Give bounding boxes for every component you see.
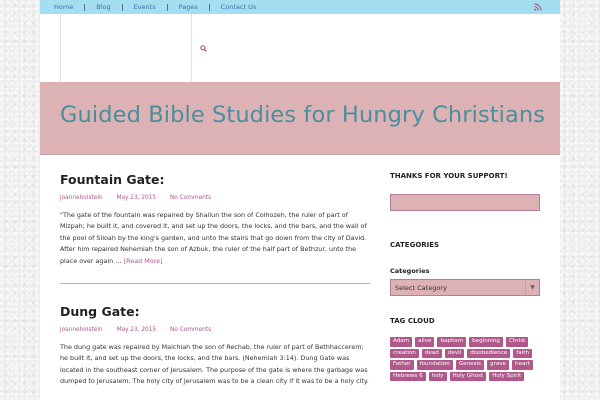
meta-separator: · xyxy=(162,195,164,201)
sidebar: THANKS FOR YOUR SUPPORT! CATEGORIES Cate… xyxy=(390,172,540,381)
nav-item-home[interactable]: Home xyxy=(54,3,73,11)
widget-title: CATEGORIES xyxy=(390,241,440,249)
post-comments[interactable]: No Comments xyxy=(170,195,211,201)
nav-label: Pages xyxy=(178,3,198,11)
tag-item[interactable]: creation xyxy=(390,348,419,358)
meta-separator: · xyxy=(162,327,164,334)
post-excerpt: "The gate of the fountain was repaired b… xyxy=(60,210,370,267)
excerpt-line: the pool of Siloah by the king's garden,… xyxy=(60,233,367,242)
logo-area[interactable] xyxy=(60,14,192,82)
site-title[interactable]: Guided Bible Studies for Hungry Christia… xyxy=(60,102,545,128)
tag-item[interactable]: Holy Ghost xyxy=(449,371,487,381)
tag-item[interactable]: Father xyxy=(390,360,414,370)
tag-item[interactable]: Adam xyxy=(390,337,413,347)
categories-label: Categories xyxy=(390,267,430,275)
tag-item[interactable]: Holy Spirit xyxy=(489,371,525,381)
post-author[interactable]: joanneholstein xyxy=(60,195,103,201)
rss-icon[interactable] xyxy=(534,3,542,11)
excerpt-line: Mizpah; he built it, and covered it, and… xyxy=(60,222,367,231)
meta-separator: · xyxy=(108,195,111,201)
nav-item-pages[interactable]: Pages xyxy=(179,3,198,11)
top-navigation-bar: Home Blog Events Pages Contact Us xyxy=(40,0,560,14)
support-widget: THANKS FOR YOUR SUPPORT! xyxy=(390,172,540,211)
widget-title: THANKS FOR YOUR SUPPORT! xyxy=(390,172,508,180)
post-meta: joanneholstein · May 23, 2015 · No Comme… xyxy=(60,327,370,333)
excerpt-line-last: place over again … [Read More] xyxy=(60,256,370,267)
post-date[interactable]: May 23, 2015 xyxy=(116,195,156,201)
site-header xyxy=(40,14,560,82)
select-value: Select Category xyxy=(395,283,447,292)
nav-item-events[interactable]: Events xyxy=(134,3,156,11)
nav-separator xyxy=(208,3,210,11)
nav-item-contact[interactable]: Contact Us xyxy=(221,3,257,11)
tag-item[interactable]: baptism xyxy=(437,337,467,347)
nav-label: Events xyxy=(133,3,156,11)
excerpt-line: place over again … xyxy=(60,256,124,265)
tag-item[interactable]: alive xyxy=(415,337,435,347)
post-title[interactable]: Fountain Gate: xyxy=(60,172,370,187)
tag-item[interactable]: devil xyxy=(444,348,465,358)
meta-separator: · xyxy=(108,327,111,334)
tag-item[interactable]: heart xyxy=(512,360,533,370)
excerpt-line: After him repaired Nehemiah the son of A… xyxy=(60,245,357,254)
post-divider xyxy=(60,283,370,285)
categories-widget: CATEGORIES Categories Select Category ▼ xyxy=(390,241,540,296)
nav-label: Blog xyxy=(96,3,111,11)
tag-item[interactable]: holy xyxy=(428,371,447,381)
title-banner: Guided Bible Studies for Hungry Christia… xyxy=(40,82,560,155)
support-box[interactable] xyxy=(390,194,540,211)
tag-item[interactable]: faith xyxy=(513,348,532,358)
nav-separator xyxy=(121,3,123,11)
excerpt-line: he built it, and set up the doors, the l… xyxy=(60,354,350,363)
tag-item[interactable]: Genesis xyxy=(455,360,484,370)
nav-label: Home xyxy=(54,3,74,11)
tag-item[interactable]: dead xyxy=(421,348,442,358)
tag-item[interactable]: foundation xyxy=(416,360,453,370)
tag-cloud-widget: TAG CLOUD Adam alive baptism beginning C… xyxy=(390,317,540,381)
nav-separator xyxy=(166,3,168,11)
tag-item[interactable]: Hebrews 6 xyxy=(390,371,426,381)
nav-separator xyxy=(84,3,86,11)
tag-cloud: Adam alive baptism beginning Christ crea… xyxy=(390,337,540,381)
post-title[interactable]: Dung Gate: xyxy=(60,304,370,319)
read-more-link[interactable]: [Read More] xyxy=(124,257,163,265)
post-fountain-gate: Fountain Gate: joanneholstein · May 23, … xyxy=(60,172,370,267)
chevron-down-icon[interactable]: ▼ xyxy=(525,280,539,295)
tag-item[interactable]: disobedience xyxy=(467,348,511,358)
page-wrapper: Home Blog Events Pages Contact Us Guided… xyxy=(40,0,560,400)
excerpt-line: dumped to Jerusalem. The holy city of Je… xyxy=(60,377,369,386)
post-excerpt: The dung gate was repaired by Malchiah t… xyxy=(60,342,370,388)
post-date[interactable]: May 23, 2015 xyxy=(116,327,156,333)
search-icon[interactable] xyxy=(200,45,207,52)
excerpt-line: located in the southeast corner of Jerus… xyxy=(60,365,368,374)
post-dung-gate: Dung Gate: joanneholstein · May 23, 2015… xyxy=(60,304,370,388)
post-meta: joanneholstein · May 23, 2015 · No Comme… xyxy=(60,195,370,201)
main-content: Fountain Gate: joanneholstein · May 23, … xyxy=(60,172,370,388)
categories-select[interactable]: Select Category ▼ xyxy=(390,279,540,296)
nav-label: Contact Us xyxy=(220,3,257,11)
excerpt-line: "The gate of the fountain was repaired b… xyxy=(60,211,348,219)
excerpt-line: The dung gate was repaired by Malchiah t… xyxy=(60,343,364,352)
tag-item[interactable]: grave xyxy=(486,360,509,370)
tag-item[interactable]: Christ xyxy=(505,337,529,347)
tag-item[interactable]: beginning xyxy=(469,337,503,347)
post-author[interactable]: joanneholstein xyxy=(60,327,103,333)
nav-item-blog[interactable]: Blog xyxy=(96,3,110,11)
top-nav: Home Blog Events Pages Contact Us xyxy=(54,0,256,14)
widget-title: TAG CLOUD xyxy=(390,317,435,325)
post-comments[interactable]: No Comments xyxy=(170,327,211,333)
